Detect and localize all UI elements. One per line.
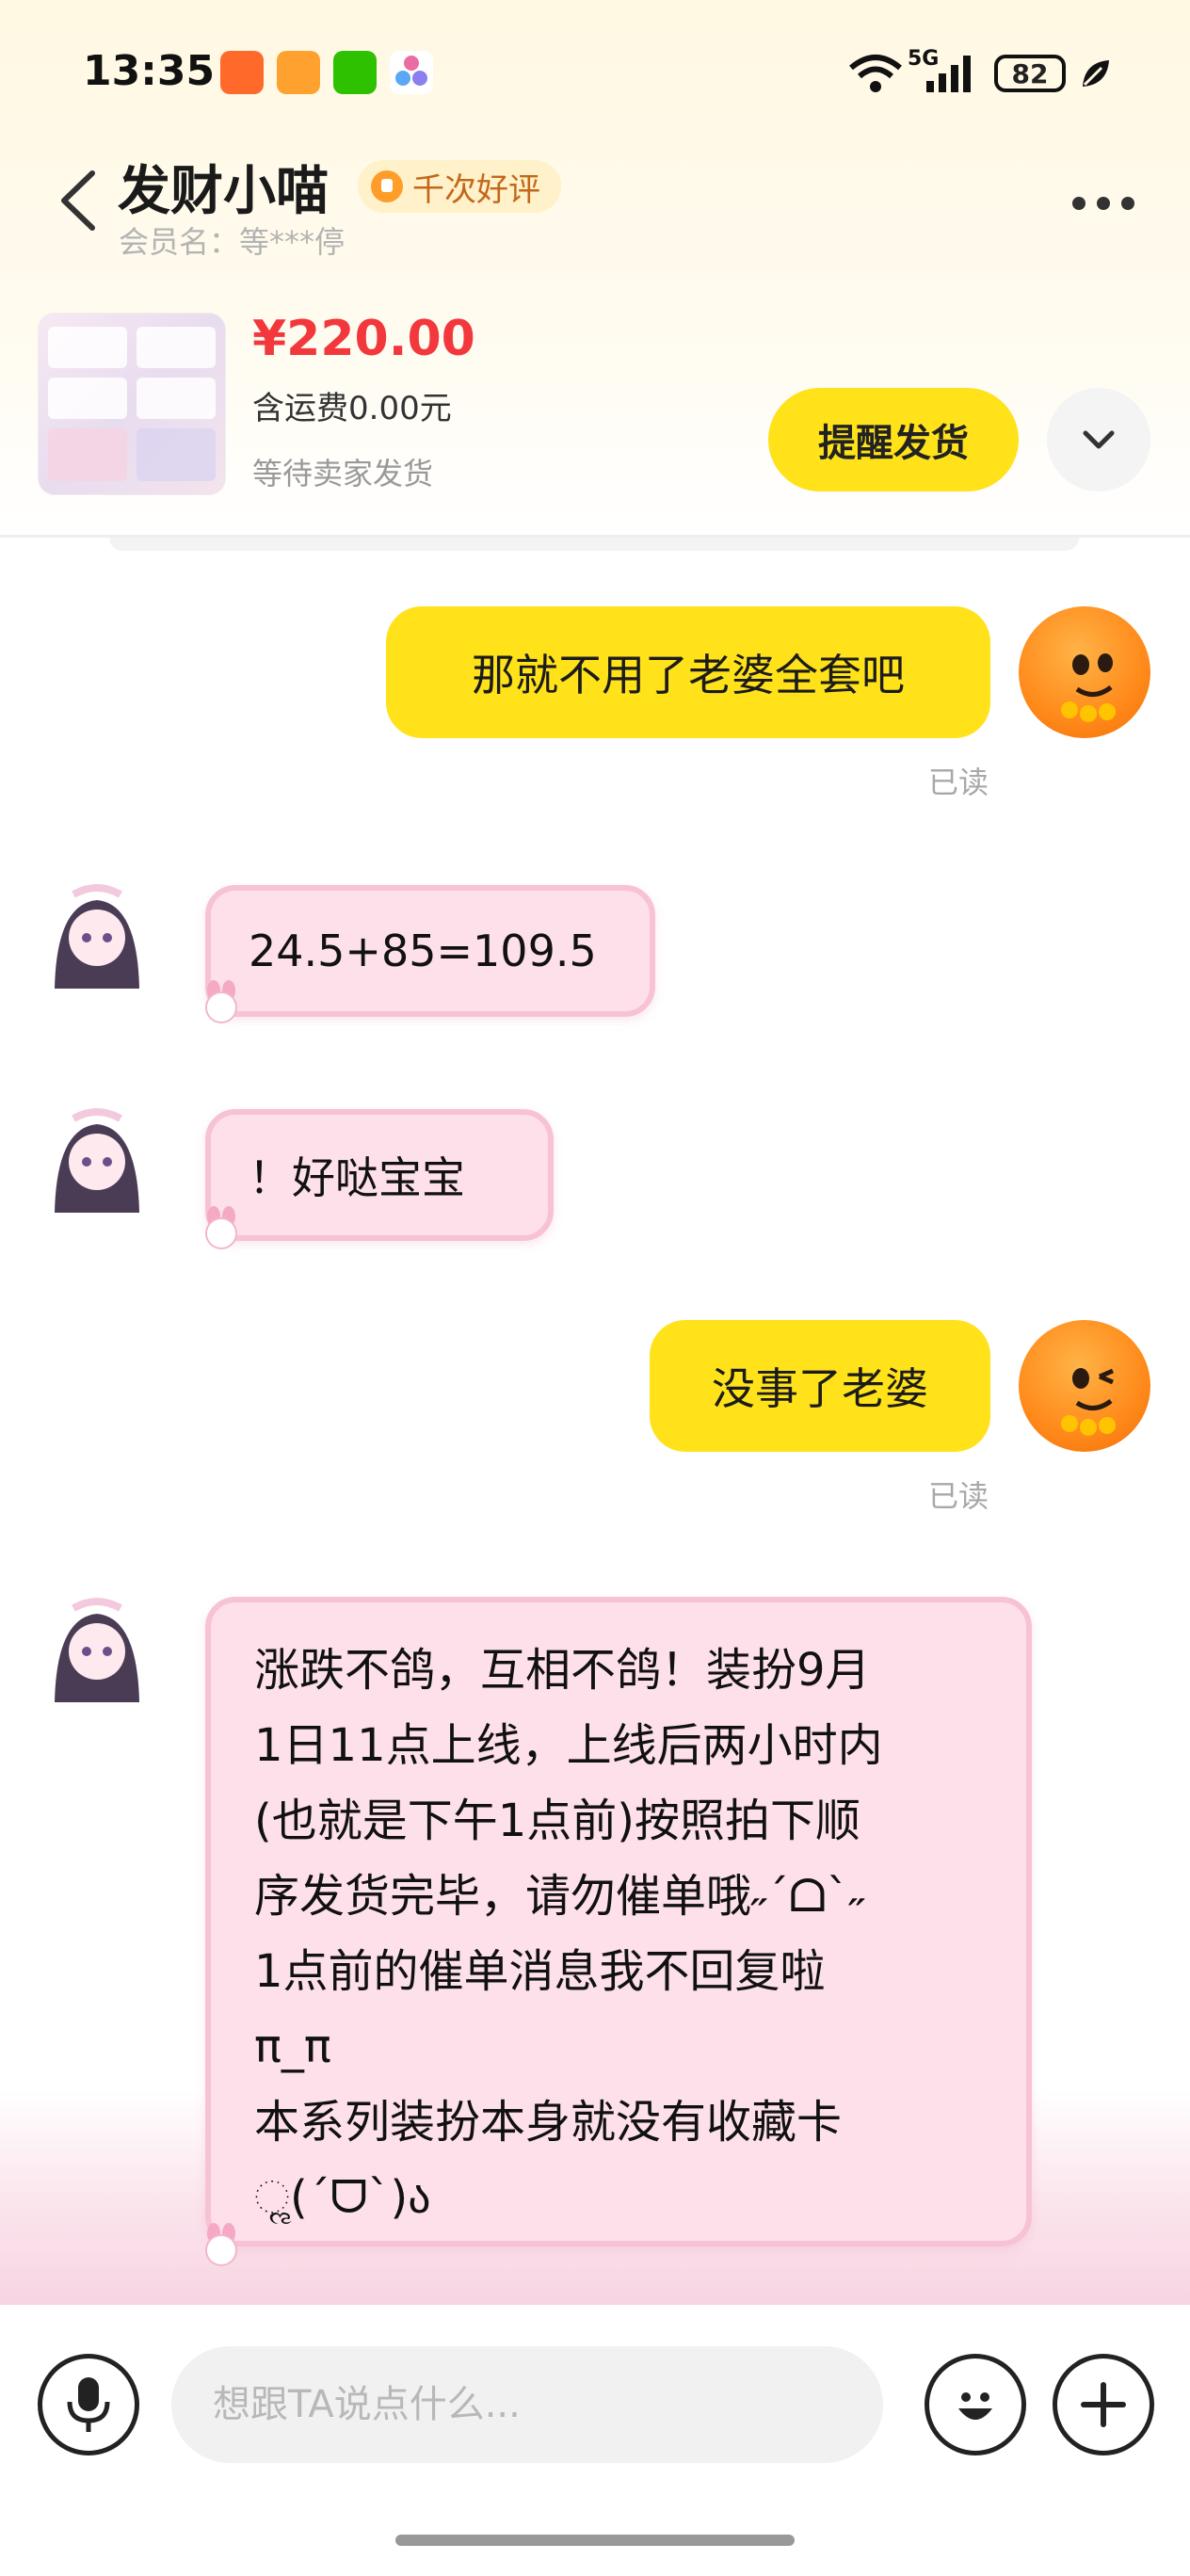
order-price: ¥220.00 — [252, 311, 475, 367]
seller-name[interactable]: 发财小喵 — [118, 149, 329, 225]
leaf-icon — [1079, 56, 1113, 90]
my-avatar[interactable] — [1019, 1320, 1150, 1452]
battery-level: 82 — [1011, 57, 1049, 89]
back-button[interactable] — [56, 168, 100, 233]
smiley-icon — [958, 2392, 992, 2420]
message-bubble-received[interactable]: 涨跌不鸽，互相不鸽！装扮9月 1日11点上线，上线后两小时内 (也就是下午1点前… — [205, 1597, 1032, 2246]
app-notification-icon — [220, 51, 264, 94]
app-notification-icon — [390, 51, 433, 94]
app-notification-icon — [277, 51, 320, 94]
message-text: 没事了老婆 — [712, 1363, 928, 1414]
message-text: ！好哒宝宝 — [249, 1152, 465, 1203]
read-receipt: 已读 — [928, 1478, 989, 1514]
message-bubble-sent[interactable]: 没事了老婆 — [650, 1320, 990, 1452]
message-text: 涨跌不鸽，互相不鸽！装扮9月 1日11点上线，上线后两小时内 (也就是下午1点前… — [254, 1644, 883, 2224]
bunny-sticker-icon — [198, 1205, 245, 1252]
rating-badge[interactable]: 千次好评 — [358, 160, 561, 213]
avatar — [1061, 653, 1116, 722]
battery-icon: 82 — [994, 55, 1066, 92]
more-button[interactable] — [1069, 188, 1137, 218]
emoji-button[interactable] — [925, 2354, 1026, 2455]
more-dots-icon — [1072, 197, 1134, 210]
my-avatar[interactable] — [1019, 606, 1150, 738]
seller-avatar[interactable] — [36, 1100, 158, 1222]
thumb-up-icon — [371, 170, 403, 202]
avatar — [1061, 1368, 1116, 1436]
expand-order-button[interactable] — [1047, 388, 1150, 491]
badge-label: 千次好评 — [412, 170, 540, 209]
voice-button[interactable] — [38, 2354, 139, 2455]
read-receipt: 已读 — [928, 765, 989, 800]
microphone-icon — [67, 2377, 110, 2432]
message-text: 那就不用了老婆全套吧 — [472, 650, 905, 700]
add-button[interactable] — [1053, 2354, 1154, 2455]
message-input[interactable] — [171, 2346, 883, 2463]
plus-icon — [1081, 2382, 1126, 2427]
chevron-left-icon — [61, 170, 95, 231]
avatar — [36, 1100, 158, 1222]
divider — [109, 538, 1079, 551]
signal-icon — [925, 53, 975, 94]
home-indicator[interactable] — [395, 2535, 795, 2546]
member-name: 会员名：等***停 — [119, 224, 346, 260]
message-bubble-received[interactable]: ！好哒宝宝 — [205, 1109, 554, 1241]
chevron-down-icon — [1083, 430, 1115, 449]
remind-shipping-button[interactable]: 提醒发货 — [768, 388, 1019, 491]
message-text: 24.5+85=109.5 — [249, 926, 597, 976]
status-time: 13:35 — [83, 47, 216, 95]
wifi-icon — [847, 53, 904, 94]
bunny-sticker-icon — [198, 979, 245, 1026]
message-bubble-received[interactable]: 24.5+85=109.5 — [205, 885, 655, 1017]
product-thumbnail[interactable] — [38, 313, 226, 495]
avatar — [36, 876, 158, 998]
seller-avatar[interactable] — [36, 1589, 158, 1712]
seller-avatar[interactable] — [36, 876, 158, 998]
order-status: 等待卖家发货 — [252, 456, 434, 491]
bunny-sticker-icon — [198, 2222, 245, 2269]
avatar — [36, 1589, 158, 1712]
message-bubble-sent[interactable]: 那就不用了老婆全套吧 — [386, 606, 990, 738]
shipping-fee: 含运费0.00元 — [252, 390, 452, 427]
wechat-icon — [333, 51, 377, 94]
